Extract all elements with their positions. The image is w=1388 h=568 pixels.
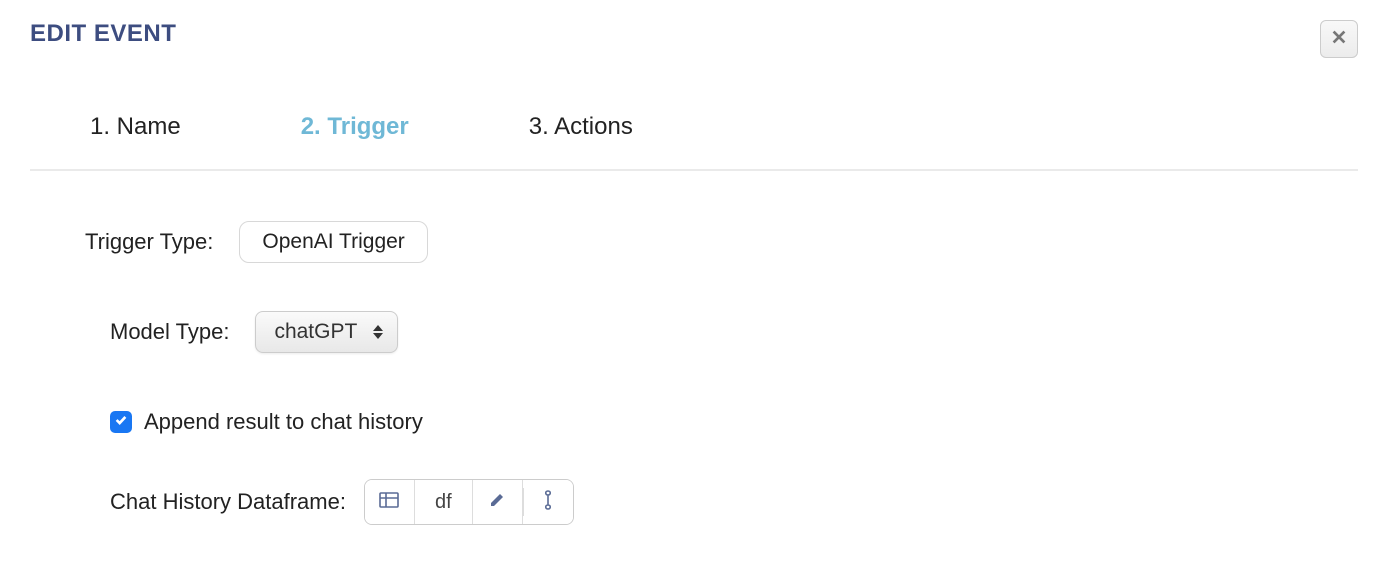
page-title: EDIT EVENT — [30, 20, 176, 48]
close-icon — [1330, 28, 1348, 51]
link-icon — [541, 489, 555, 516]
tab-name[interactable]: 1. Name — [90, 113, 181, 141]
model-type-label: Model Type: — [110, 319, 229, 345]
dataframe-link-button[interactable] — [523, 480, 573, 524]
append-history-checkbox[interactable] — [110, 411, 132, 433]
tab-trigger[interactable]: 2. Trigger — [301, 113, 409, 141]
pencil-icon — [488, 491, 506, 514]
model-type-select[interactable]: chatGPT — [255, 311, 398, 353]
close-button[interactable] — [1320, 20, 1358, 58]
wizard-tabs: 1. Name 2. Trigger 3. Actions — [30, 113, 1358, 169]
check-icon — [114, 413, 128, 432]
dataframe-edit-button[interactable] — [473, 480, 523, 524]
trigger-type-value[interactable]: OpenAI Trigger — [239, 221, 427, 263]
tabs-divider — [30, 169, 1358, 171]
table-icon — [378, 490, 400, 515]
dataframe-name: df — [415, 480, 473, 524]
dataframe-table-button[interactable] — [365, 480, 415, 524]
trigger-type-label: Trigger Type: — [85, 229, 213, 255]
tab-actions[interactable]: 3. Actions — [529, 113, 633, 141]
select-arrows-icon — [373, 325, 383, 339]
model-type-value: chatGPT — [274, 320, 357, 344]
append-history-label: Append result to chat history — [144, 409, 423, 435]
chat-history-label: Chat History Dataframe: — [110, 489, 346, 515]
chat-history-dataframe-group: df — [364, 479, 574, 525]
